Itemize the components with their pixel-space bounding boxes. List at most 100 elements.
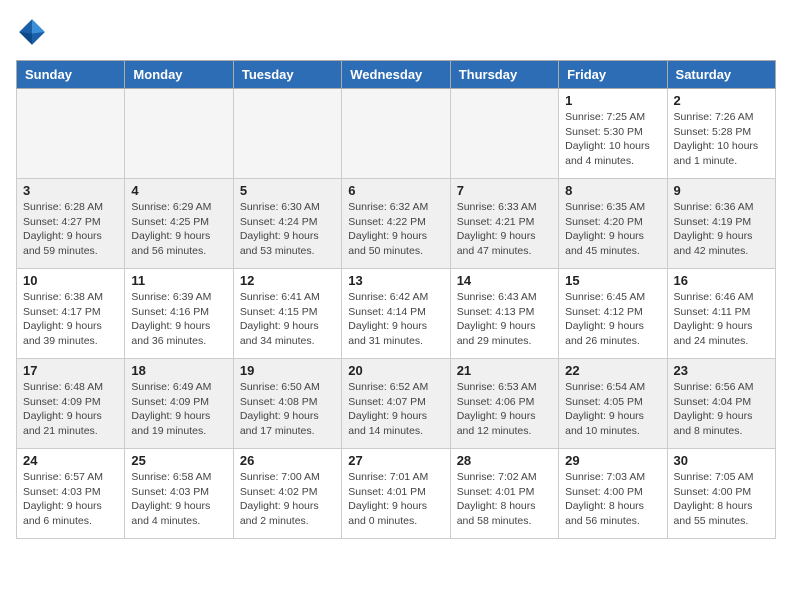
day-info: Sunrise: 7:25 AMSunset: 5:30 PMDaylight:… xyxy=(565,110,660,169)
day-info: Sunrise: 6:28 AMSunset: 4:27 PMDaylight:… xyxy=(23,200,118,259)
day-info: Sunrise: 6:36 AMSunset: 4:19 PMDaylight:… xyxy=(674,200,769,259)
calendar-cell: 24 Sunrise: 6:57 AMSunset: 4:03 PMDayligh… xyxy=(17,449,125,539)
day-info: Sunrise: 7:03 AMSunset: 4:00 PMDaylight:… xyxy=(565,470,660,529)
calendar-week-row: 10 Sunrise: 6:38 AMSunset: 4:17 PMDayligh… xyxy=(17,269,776,359)
day-info: Sunrise: 7:01 AMSunset: 4:01 PMDaylight:… xyxy=(348,470,443,529)
calendar: SundayMondayTuesdayWednesdayThursdayFrid… xyxy=(16,60,776,539)
day-info: Sunrise: 6:38 AMSunset: 4:17 PMDaylight:… xyxy=(23,290,118,349)
day-number: 20 xyxy=(348,363,443,378)
day-info: Sunrise: 7:00 AMSunset: 4:02 PMDaylight:… xyxy=(240,470,335,529)
day-info: Sunrise: 6:43 AMSunset: 4:13 PMDaylight:… xyxy=(457,290,552,349)
day-info: Sunrise: 6:52 AMSunset: 4:07 PMDaylight:… xyxy=(348,380,443,439)
day-info: Sunrise: 6:54 AMSunset: 4:05 PMDaylight:… xyxy=(565,380,660,439)
calendar-cell: 10 Sunrise: 6:38 AMSunset: 4:17 PMDayligh… xyxy=(17,269,125,359)
calendar-cell: 25 Sunrise: 6:58 AMSunset: 4:03 PMDayligh… xyxy=(125,449,233,539)
day-number: 26 xyxy=(240,453,335,468)
calendar-cell: 16 Sunrise: 6:46 AMSunset: 4:11 PMDayligh… xyxy=(667,269,775,359)
day-info: Sunrise: 6:29 AMSunset: 4:25 PMDaylight:… xyxy=(131,200,226,259)
day-info: Sunrise: 7:26 AMSunset: 5:28 PMDaylight:… xyxy=(674,110,769,169)
calendar-cell xyxy=(450,89,558,179)
day-number: 2 xyxy=(674,93,769,108)
logo-icon xyxy=(16,16,48,48)
day-info: Sunrise: 6:42 AMSunset: 4:14 PMDaylight:… xyxy=(348,290,443,349)
day-number: 12 xyxy=(240,273,335,288)
calendar-cell: 18 Sunrise: 6:49 AMSunset: 4:09 PMDayligh… xyxy=(125,359,233,449)
day-number: 30 xyxy=(674,453,769,468)
day-number: 27 xyxy=(348,453,443,468)
calendar-cell xyxy=(125,89,233,179)
day-info: Sunrise: 6:45 AMSunset: 4:12 PMDaylight:… xyxy=(565,290,660,349)
calendar-cell: 6 Sunrise: 6:32 AMSunset: 4:22 PMDaylight… xyxy=(342,179,450,269)
calendar-cell xyxy=(233,89,341,179)
day-number: 23 xyxy=(674,363,769,378)
day-number: 9 xyxy=(674,183,769,198)
day-number: 24 xyxy=(23,453,118,468)
day-number: 1 xyxy=(565,93,660,108)
day-number: 6 xyxy=(348,183,443,198)
calendar-cell: 2 Sunrise: 7:26 AMSunset: 5:28 PMDaylight… xyxy=(667,89,775,179)
calendar-cell: 15 Sunrise: 6:45 AMSunset: 4:12 PMDayligh… xyxy=(559,269,667,359)
day-number: 21 xyxy=(457,363,552,378)
day-number: 3 xyxy=(23,183,118,198)
calendar-cell: 19 Sunrise: 6:50 AMSunset: 4:08 PMDayligh… xyxy=(233,359,341,449)
day-info: Sunrise: 6:33 AMSunset: 4:21 PMDaylight:… xyxy=(457,200,552,259)
calendar-cell: 20 Sunrise: 6:52 AMSunset: 4:07 PMDayligh… xyxy=(342,359,450,449)
day-info: Sunrise: 6:39 AMSunset: 4:16 PMDaylight:… xyxy=(131,290,226,349)
day-info: Sunrise: 6:50 AMSunset: 4:08 PMDaylight:… xyxy=(240,380,335,439)
day-info: Sunrise: 6:53 AMSunset: 4:06 PMDaylight:… xyxy=(457,380,552,439)
day-number: 8 xyxy=(565,183,660,198)
calendar-header-monday: Monday xyxy=(125,61,233,89)
calendar-cell: 28 Sunrise: 7:02 AMSunset: 4:01 PMDayligh… xyxy=(450,449,558,539)
calendar-cell: 9 Sunrise: 6:36 AMSunset: 4:19 PMDaylight… xyxy=(667,179,775,269)
day-number: 19 xyxy=(240,363,335,378)
header xyxy=(16,16,776,48)
calendar-cell: 5 Sunrise: 6:30 AMSunset: 4:24 PMDaylight… xyxy=(233,179,341,269)
calendar-cell xyxy=(17,89,125,179)
day-info: Sunrise: 6:32 AMSunset: 4:22 PMDaylight:… xyxy=(348,200,443,259)
calendar-week-row: 24 Sunrise: 6:57 AMSunset: 4:03 PMDayligh… xyxy=(17,449,776,539)
day-info: Sunrise: 6:49 AMSunset: 4:09 PMDaylight:… xyxy=(131,380,226,439)
calendar-header-saturday: Saturday xyxy=(667,61,775,89)
day-number: 14 xyxy=(457,273,552,288)
day-number: 4 xyxy=(131,183,226,198)
day-number: 10 xyxy=(23,273,118,288)
calendar-cell: 22Sunrise: 6:54 AMSunset: 4:05 PMDayligh… xyxy=(559,359,667,449)
day-info: Sunrise: 6:57 AMSunset: 4:03 PMDaylight:… xyxy=(23,470,118,529)
day-info: Sunrise: 6:48 AMSunset: 4:09 PMDaylight:… xyxy=(23,380,118,439)
day-info: Sunrise: 7:02 AMSunset: 4:01 PMDaylight:… xyxy=(457,470,552,529)
day-info: Sunrise: 6:30 AMSunset: 4:24 PMDaylight:… xyxy=(240,200,335,259)
day-number: 17 xyxy=(23,363,118,378)
calendar-week-row: 1 Sunrise: 7:25 AMSunset: 5:30 PMDaylight… xyxy=(17,89,776,179)
calendar-week-row: 17 Sunrise: 6:48 AMSunset: 4:09 PMDayligh… xyxy=(17,359,776,449)
day-info: Sunrise: 6:58 AMSunset: 4:03 PMDaylight:… xyxy=(131,470,226,529)
day-info: Sunrise: 6:35 AMSunset: 4:20 PMDaylight:… xyxy=(565,200,660,259)
day-number: 15 xyxy=(565,273,660,288)
calendar-cell: 8 Sunrise: 6:35 AMSunset: 4:20 PMDaylight… xyxy=(559,179,667,269)
calendar-header-sunday: Sunday xyxy=(17,61,125,89)
calendar-cell: 7 Sunrise: 6:33 AMSunset: 4:21 PMDaylight… xyxy=(450,179,558,269)
calendar-cell: 26 Sunrise: 7:00 AMSunset: 4:02 PMDayligh… xyxy=(233,449,341,539)
day-info: Sunrise: 7:05 AMSunset: 4:00 PMDaylight:… xyxy=(674,470,769,529)
day-number: 5 xyxy=(240,183,335,198)
day-number: 25 xyxy=(131,453,226,468)
calendar-cell: 17 Sunrise: 6:48 AMSunset: 4:09 PMDayligh… xyxy=(17,359,125,449)
day-info: Sunrise: 6:41 AMSunset: 4:15 PMDaylight:… xyxy=(240,290,335,349)
day-number: 28 xyxy=(457,453,552,468)
calendar-cell xyxy=(342,89,450,179)
calendar-header-row: SundayMondayTuesdayWednesdayThursdayFrid… xyxy=(17,61,776,89)
day-number: 13 xyxy=(348,273,443,288)
day-info: Sunrise: 6:56 AMSunset: 4:04 PMDaylight:… xyxy=(674,380,769,439)
day-number: 16 xyxy=(674,273,769,288)
calendar-cell: 29Sunrise: 7:03 AMSunset: 4:00 PMDayligh… xyxy=(559,449,667,539)
day-number: 7 xyxy=(457,183,552,198)
calendar-cell: 4 Sunrise: 6:29 AMSunset: 4:25 PMDaylight… xyxy=(125,179,233,269)
calendar-cell: 21 Sunrise: 6:53 AMSunset: 4:06 PMDayligh… xyxy=(450,359,558,449)
day-info: Sunrise: 6:46 AMSunset: 4:11 PMDaylight:… xyxy=(674,290,769,349)
day-number: 18 xyxy=(131,363,226,378)
calendar-header-tuesday: Tuesday xyxy=(233,61,341,89)
calendar-week-row: 3 Sunrise: 6:28 AMSunset: 4:27 PMDaylight… xyxy=(17,179,776,269)
calendar-cell: 11Sunrise: 6:39 AMSunset: 4:16 PMDayligh… xyxy=(125,269,233,359)
calendar-header-thursday: Thursday xyxy=(450,61,558,89)
calendar-cell: 13 Sunrise: 6:42 AMSunset: 4:14 PMDayligh… xyxy=(342,269,450,359)
calendar-cell: 23 Sunrise: 6:56 AMSunset: 4:04 PMDayligh… xyxy=(667,359,775,449)
